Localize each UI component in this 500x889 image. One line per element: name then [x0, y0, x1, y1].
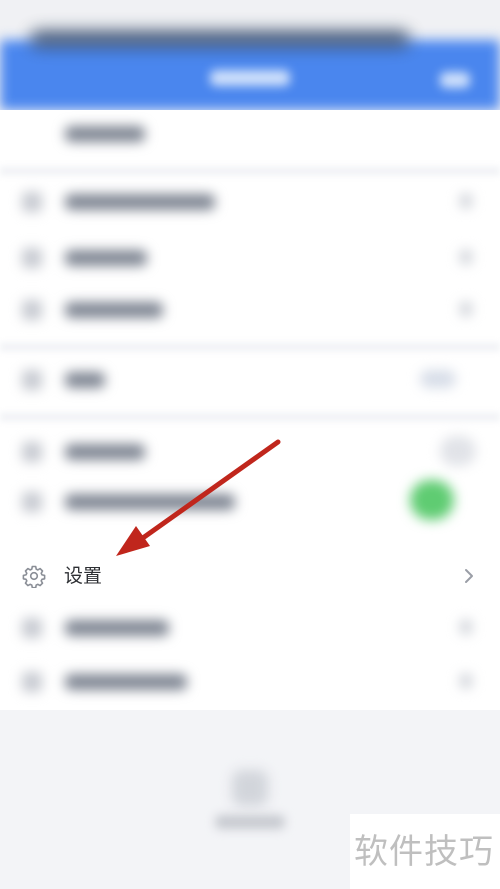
menu-item-blurred-8[interactable] [0, 604, 500, 650]
gear-icon [22, 565, 46, 588]
chevron-right-icon [465, 569, 473, 583]
settings-menu [0, 110, 500, 710]
header-action-blurred[interactable] [440, 72, 470, 88]
logout-label-blurred[interactable] [215, 815, 285, 829]
menu-item-blurred-2[interactable] [0, 178, 500, 224]
menu-item-blurred-1[interactable] [0, 110, 500, 156]
menu-item-blurred-4[interactable] [0, 286, 500, 332]
logout-icon-blurred[interactable] [232, 770, 268, 806]
menu-item-blurred-5[interactable] [0, 356, 500, 402]
header-shadow [30, 30, 410, 48]
menu-item-blurred-9[interactable] [0, 658, 500, 704]
menu-item-blurred-7[interactable] [0, 478, 500, 524]
divider [0, 412, 500, 422]
settings-label: 设置 [64, 565, 103, 587]
toggle-switch-on [410, 480, 454, 520]
watermark: 软件技巧 [354, 832, 494, 872]
menu-item-settings[interactable]: 设置 [0, 548, 500, 604]
menu-item-blurred-6[interactable] [0, 428, 500, 474]
menu-item-blurred-3[interactable] [0, 234, 500, 280]
divider [0, 342, 500, 352]
header-title-blurred [210, 70, 290, 86]
divider [0, 166, 500, 176]
